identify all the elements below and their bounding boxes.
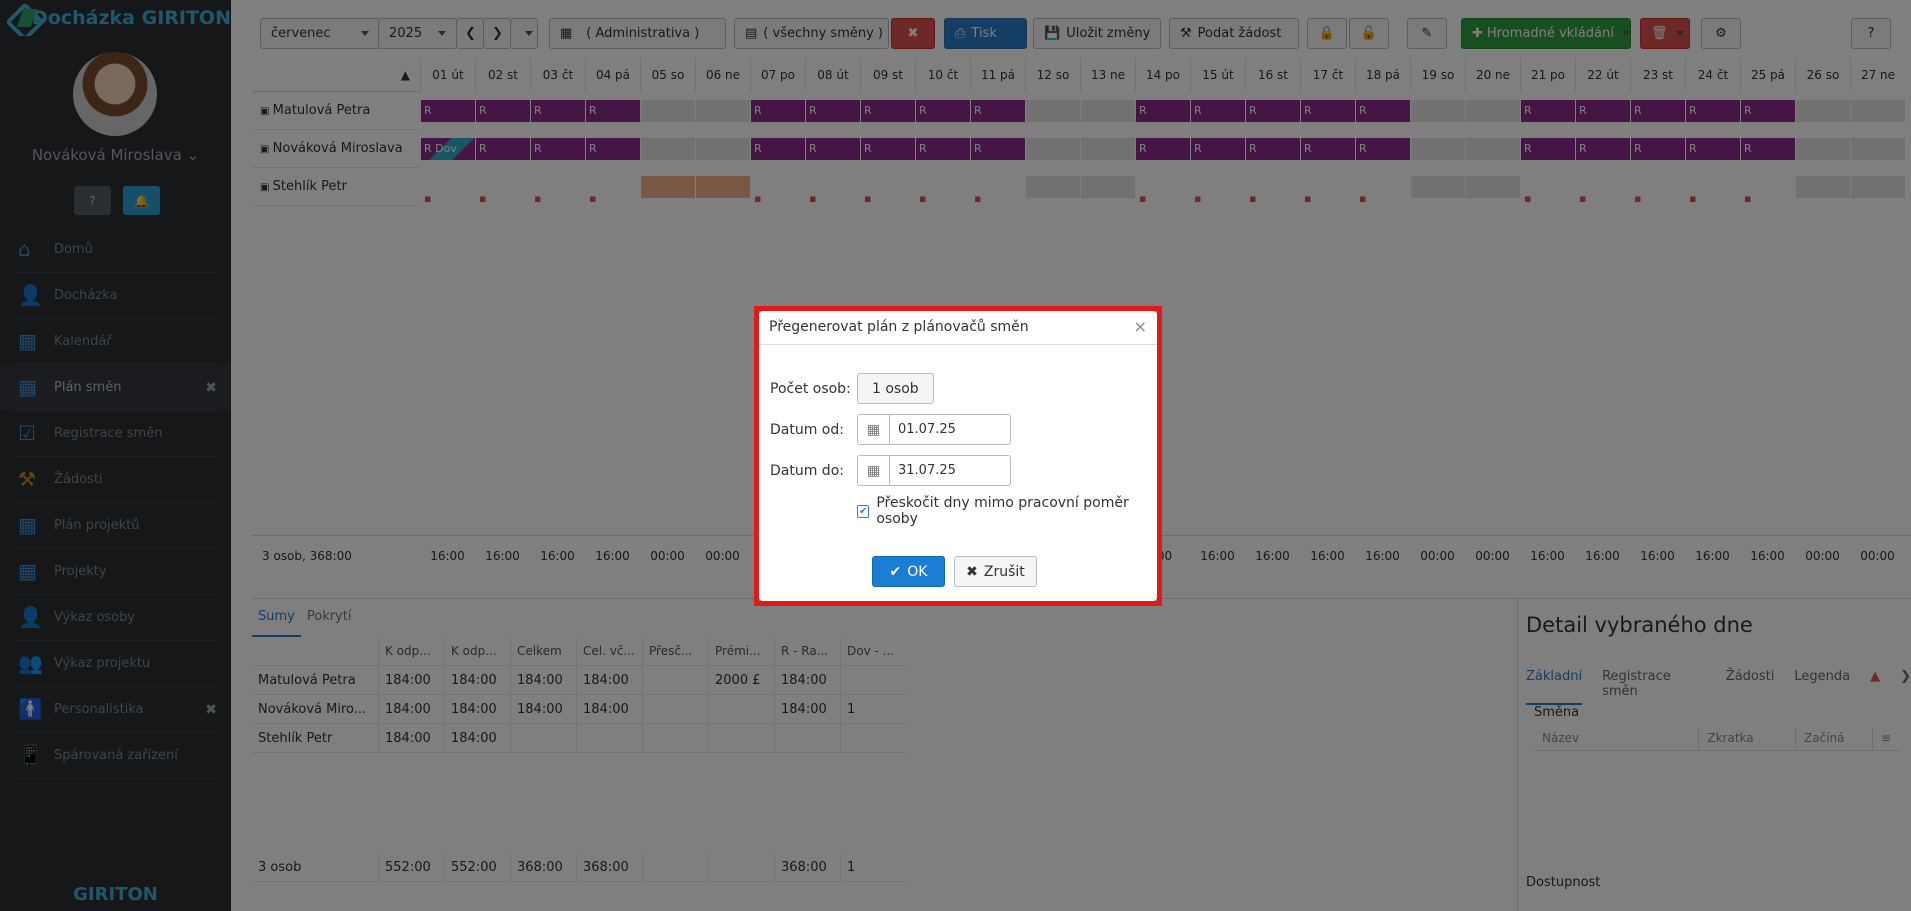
skip-days-checkbox[interactable]: ✔ — [857, 504, 870, 518]
cancel-label: Zrušit — [983, 563, 1025, 580]
calendar-icon[interactable]: ▦ — [858, 415, 890, 444]
date-from-field[interactable]: ▦ 01.07.25 — [857, 414, 1011, 445]
date-to-value[interactable]: 31.07.25 — [890, 463, 956, 478]
app-window: Docházka GIRITON Nováková Miroslava ⌄ ? … — [0, 0, 1911, 911]
ok-button[interactable]: ✔ OK — [872, 556, 945, 587]
person-count-row: Počet osob: 1 osob — [770, 373, 934, 404]
dialog-title: Přegenerovat plán z plánovačů směn — [769, 319, 1029, 335]
calendar-icon[interactable]: ▦ — [858, 456, 890, 485]
skip-days-label[interactable]: Přeskočit dny mimo pracovní poměr osoby — [876, 495, 1157, 527]
date-to-field[interactable]: ▦ 31.07.25 — [857, 455, 1011, 486]
dialog-header: Přegenerovat plán z plánovačů směn × — [759, 311, 1157, 345]
check-icon: ✔ — [889, 563, 902, 580]
date-from-value[interactable]: 01.07.25 — [890, 422, 956, 437]
person-count-label: Počet osob: — [770, 380, 851, 397]
person-count-button[interactable]: 1 osob — [857, 373, 934, 404]
close-icon[interactable]: × — [1134, 317, 1147, 336]
date-from-label: Datum od: — [770, 421, 844, 438]
close-icon: ✖ — [966, 563, 978, 580]
skip-days-row[interactable]: ✔ Přeskočit dny mimo pracovní poměr osob… — [857, 495, 1157, 527]
ok-label: OK — [907, 563, 928, 580]
date-to-label: Datum do: — [770, 462, 844, 479]
cancel-button[interactable]: ✖ Zrušit — [954, 556, 1037, 587]
date-to-row: Datum do: ▦ 31.07.25 — [770, 455, 1011, 486]
date-from-row: Datum od: ▦ 01.07.25 — [770, 414, 1011, 445]
regenerate-plan-dialog: Přegenerovat plán z plánovačů směn × Poč… — [759, 311, 1157, 601]
